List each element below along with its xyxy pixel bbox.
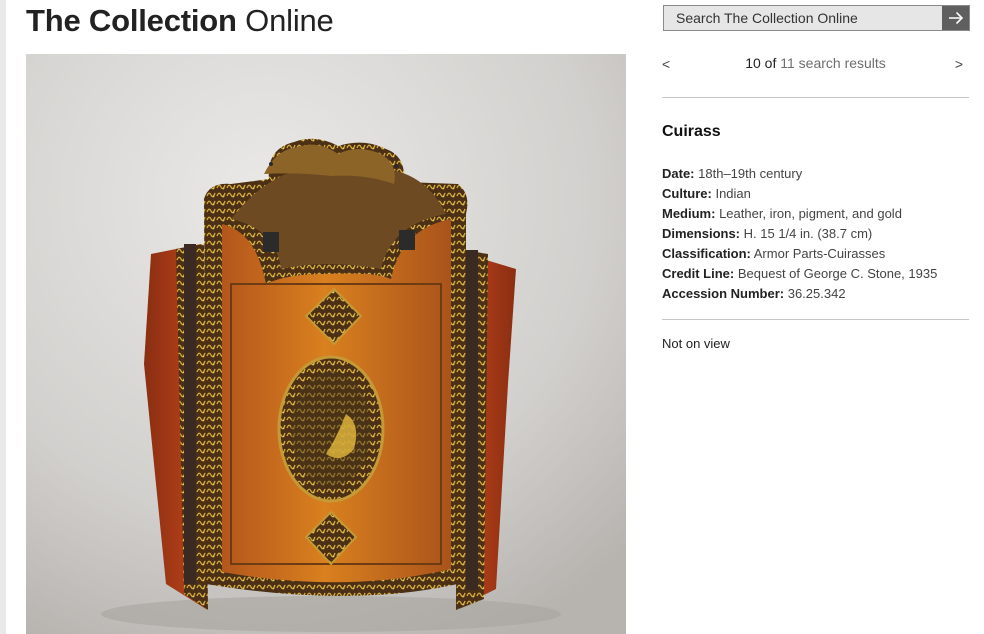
meta-date-label: Date: bbox=[662, 166, 695, 181]
meta-medium-label: Medium: bbox=[662, 206, 716, 221]
search-submit-button[interactable] bbox=[942, 6, 969, 30]
meta-classification: Classification: Armor Parts-Cuirasses bbox=[662, 244, 972, 264]
meta-credit-line-label: Credit Line: bbox=[662, 266, 735, 281]
meta-dimensions-label: Dimensions: bbox=[662, 226, 741, 241]
meta-dimensions: Dimensions: H. 15 1/4 in. (38.7 cm) bbox=[662, 224, 972, 244]
object-title: Cuirass bbox=[662, 123, 721, 140]
meta-medium: Medium: Leather, iron, pigment, and gold bbox=[662, 204, 972, 224]
search-results-link[interactable]: 11 search results bbox=[780, 55, 886, 71]
meta-accession-number-label: Accession Number: bbox=[662, 286, 785, 301]
current-index: 10 bbox=[745, 55, 761, 71]
meta-credit-line-value: Bequest of George C. Stone, 1935 bbox=[737, 266, 938, 281]
divider-top bbox=[662, 97, 969, 98]
on-view-status: Not on view bbox=[662, 336, 730, 351]
meta-classification-value: Armor Parts-Cuirasses bbox=[753, 246, 886, 261]
meta-culture: Culture: Indian bbox=[662, 184, 972, 204]
meta-accession-number: Accession Number: 36.25.342 bbox=[662, 284, 972, 304]
object-metadata: Date: 18th–19th century Culture: Indian … bbox=[662, 164, 972, 304]
object-image[interactable] bbox=[26, 54, 626, 634]
search-bar bbox=[663, 5, 970, 31]
left-edge-bar bbox=[0, 0, 6, 634]
search-input[interactable] bbox=[664, 6, 942, 30]
meta-culture-label: Culture: bbox=[662, 186, 712, 201]
site-title-light: Online bbox=[236, 3, 334, 38]
result-position: 10 of 11 search results bbox=[662, 55, 969, 71]
meta-date-value: 18th–19th century bbox=[698, 166, 803, 181]
meta-dimensions-value: H. 15 1/4 in. (38.7 cm) bbox=[743, 226, 873, 241]
meta-classification-label: Classification: bbox=[662, 246, 751, 261]
divider-bottom bbox=[662, 319, 969, 320]
meta-date: Date: 18th–19th century bbox=[662, 164, 972, 184]
cuirass-illustration bbox=[26, 54, 626, 634]
meta-accession-number-value: 36.25.342 bbox=[787, 286, 846, 301]
meta-medium-value: Leather, iron, pigment, and gold bbox=[719, 206, 902, 221]
of-label: of bbox=[764, 55, 777, 71]
meta-culture-value: Indian bbox=[715, 186, 751, 201]
site-title[interactable]: The Collection Online bbox=[26, 2, 334, 40]
result-pager: < 10 of 11 search results > bbox=[662, 54, 969, 74]
meta-credit-line: Credit Line: Bequest of George C. Stone,… bbox=[662, 264, 972, 284]
arrow-right-icon bbox=[948, 11, 963, 25]
next-result-button[interactable]: > bbox=[955, 56, 963, 72]
site-title-bold: The Collection bbox=[26, 3, 237, 38]
